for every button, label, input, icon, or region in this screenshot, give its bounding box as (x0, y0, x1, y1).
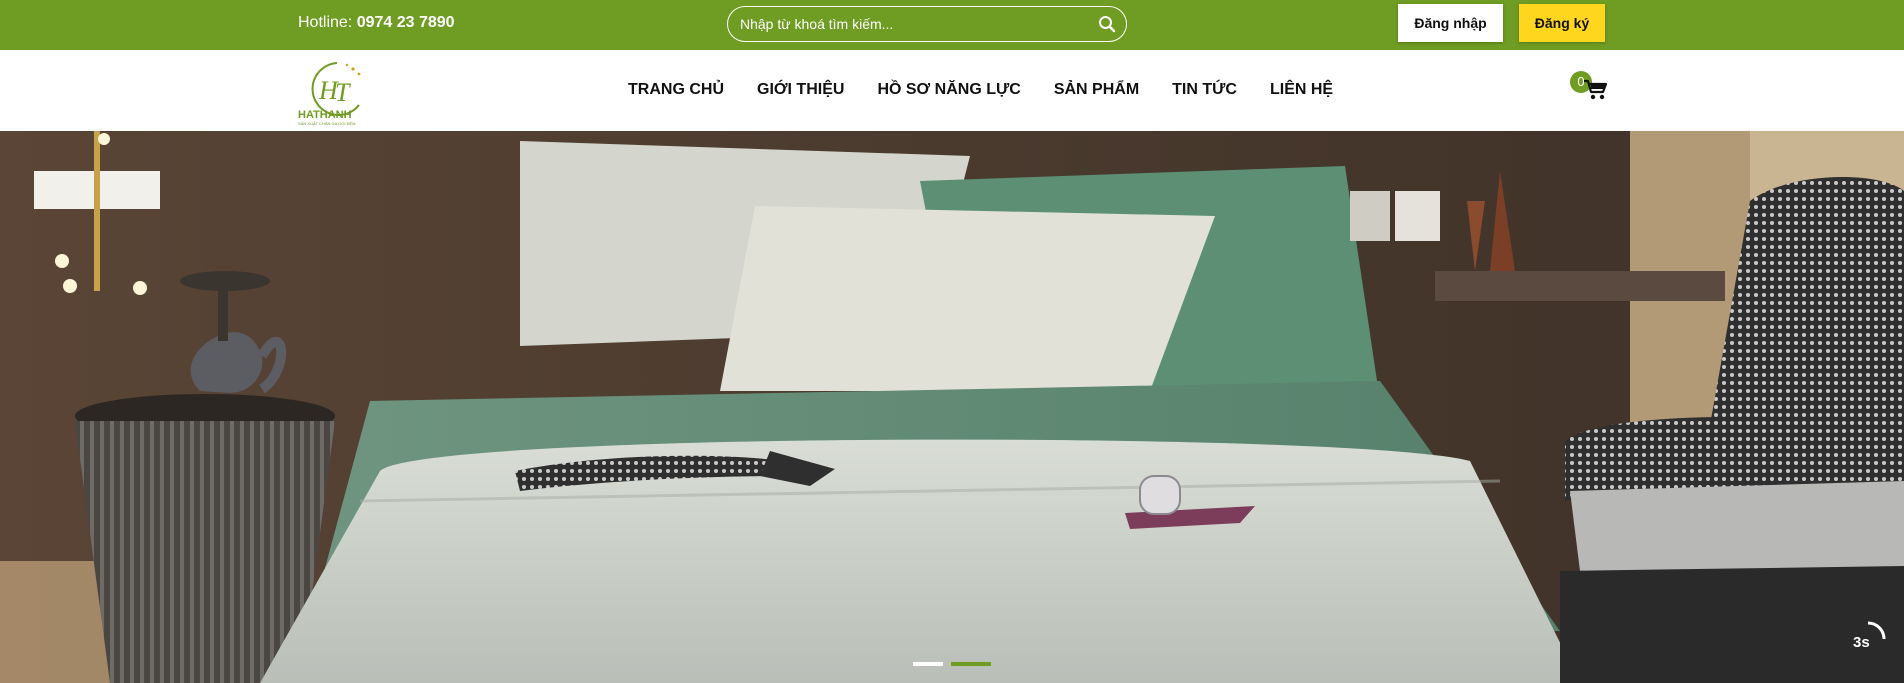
logo-tagline: SẢN XUẤT CHĂN GA GỐI ĐỆM (298, 121, 356, 126)
slider-dot-1[interactable] (913, 662, 943, 666)
slider-pagination (913, 662, 991, 666)
cart-icon (1582, 77, 1608, 106)
hotline-label: Hotline: (298, 14, 353, 31)
main-header: H T HATHANH SẢN XUẤT CHĂN GA GỐI ĐỆM TRA… (0, 50, 1904, 131)
hotline: Hotline: 0974 23 7890 (298, 13, 455, 33)
cart-button[interactable]: 0 (1570, 71, 1610, 105)
hotline-number[interactable]: 0974 23 7890 (357, 14, 455, 31)
search-box (727, 6, 1127, 42)
nav-item-news[interactable]: TIN TỨC (1172, 80, 1237, 100)
register-button[interactable]: Đăng ký (1519, 4, 1605, 42)
login-button[interactable]: Đăng nhập (1398, 4, 1503, 42)
top-bar: Hotline: 0974 23 7890 Đăng nhập Đăng ký (0, 0, 1904, 50)
site-logo[interactable]: H T HATHANH SẢN XUẤT CHĂN GA GỐI ĐỆM (297, 57, 377, 127)
nav-item-home[interactable]: TRANG CHỦ (628, 80, 724, 100)
slider-dot-2[interactable] (951, 662, 991, 666)
logo-text: HATHANH (298, 109, 352, 121)
hero-image (0, 131, 1904, 683)
main-nav: TRANG CHỦ GIỚI THIỆU HỒ SƠ NĂNG LỰC SẢN … (628, 80, 1366, 100)
hero-slider: 3s (0, 131, 1904, 683)
autoplay-timer-label: 3s (1853, 634, 1870, 651)
search-input[interactable] (740, 7, 1080, 40)
nav-item-products[interactable]: SẢN PHẨM (1054, 80, 1139, 100)
search-icon[interactable] (1098, 15, 1116, 33)
nav-item-about[interactable]: GIỚI THIỆU (757, 80, 844, 100)
nav-item-capability-profile[interactable]: HỒ SƠ NĂNG LỰC (877, 80, 1020, 100)
nav-item-contact[interactable]: LIÊN HỆ (1270, 80, 1333, 100)
svg-text:T: T (335, 78, 351, 107)
